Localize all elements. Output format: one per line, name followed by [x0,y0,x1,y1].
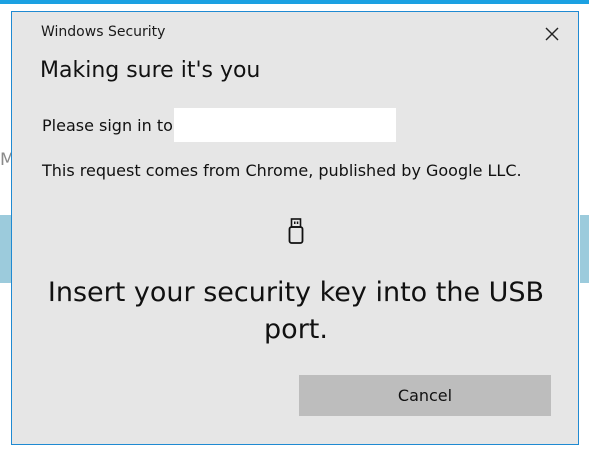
dialog-window-title: Windows Security [41,24,166,40]
signin-label: Please sign in to [42,115,173,135]
redacted-site-box [173,108,396,142]
dialog-heading: Making sure it's you [40,58,261,83]
windows-security-dialog: Windows Security Making sure it's you Pl… [11,11,579,445]
close-button[interactable] [542,24,562,44]
signin-row: Please sign in to [42,108,396,142]
background-accent-bar [0,0,589,4]
instruction-text: Insert your security key into the USB po… [47,277,545,345]
cancel-button[interactable]: Cancel [299,375,551,416]
usb-key-icon [287,217,305,247]
close-icon [545,27,559,41]
background-band-right [580,215,589,283]
request-origin-text: This request comes from Chrome, publishe… [42,161,522,180]
